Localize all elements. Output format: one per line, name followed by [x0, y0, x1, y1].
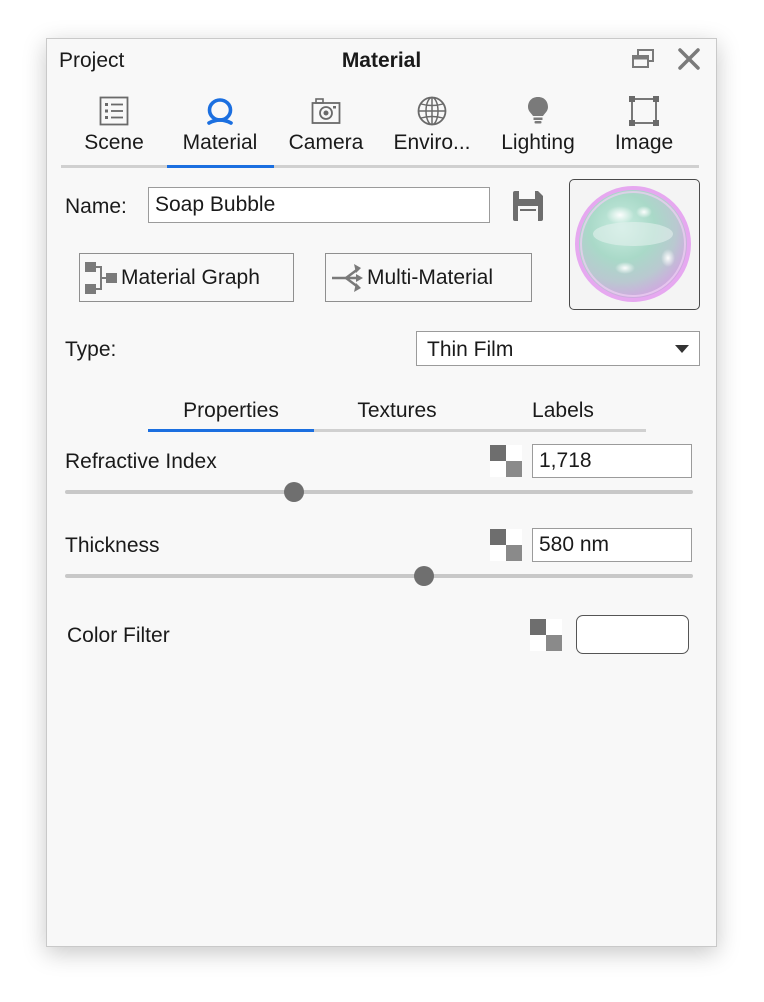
tab-label: Scene [84, 131, 144, 154]
name-label: Name: [65, 195, 127, 218]
image-frame-icon [628, 95, 660, 127]
refractive-index-input[interactable] [532, 444, 692, 478]
material-sphere-icon [204, 95, 236, 127]
refractive-index-slider-thumb[interactable] [284, 482, 305, 502]
title-bar: Project Material [47, 39, 716, 83]
thickness-input[interactable] [532, 528, 692, 562]
close-icon[interactable] [675, 47, 703, 73]
node-graph-icon [84, 261, 118, 295]
texture-map-icon[interactable] [490, 529, 522, 561]
tab-label: Camera [288, 131, 364, 154]
detach-window-icon[interactable] [629, 47, 657, 73]
tab-label: Lighting [501, 131, 575, 154]
type-selected-value: Thin Film [427, 338, 514, 361]
tab-environment[interactable]: Enviro... [379, 91, 485, 167]
multi-material-button[interactable]: Multi-Material [325, 253, 532, 302]
type-label: Type: [65, 338, 117, 361]
globe-icon [416, 95, 448, 127]
lightbulb-icon [522, 95, 554, 127]
soap-bubble-preview-image [575, 186, 691, 302]
thickness-slider-thumb[interactable] [414, 566, 435, 586]
tab-lighting[interactable]: Lighting [485, 91, 591, 167]
refractive-index-label: Refractive Index [65, 450, 217, 473]
tab-camera[interactable]: Camera [273, 91, 379, 167]
tab-label: Enviro... [393, 131, 471, 154]
thickness-slider-track[interactable] [65, 574, 693, 578]
tab-label: Material [182, 131, 258, 154]
tab-scene[interactable]: Scene [61, 91, 167, 167]
texture-map-icon[interactable] [530, 619, 562, 651]
split-arrows-icon [330, 261, 364, 295]
type-dropdown[interactable]: Thin Film [416, 331, 700, 366]
texture-map-icon[interactable] [490, 445, 522, 477]
active-tab-indicator [167, 165, 274, 168]
refractive-index-slider-track[interactable] [65, 490, 693, 494]
material-graph-label: Material Graph [121, 266, 260, 289]
active-subtab-indicator [148, 429, 314, 432]
material-name-input[interactable] [148, 187, 490, 223]
tab-material[interactable]: Material [167, 91, 273, 167]
panel-title: Material [341, 49, 422, 72]
project-tab-title[interactable]: Project [59, 49, 124, 73]
tab-label: Image [614, 131, 674, 154]
material-preview[interactable] [569, 179, 700, 310]
camera-icon [310, 95, 342, 127]
material-panel: Project Material Scene Material Camera E… [46, 38, 717, 947]
material-graph-button[interactable]: Material Graph [79, 253, 294, 302]
main-tabs: Scene Material Camera Enviro... Lighting… [61, 91, 699, 167]
multi-material-label: Multi-Material [367, 266, 494, 289]
tabs-divider [61, 165, 699, 168]
save-icon[interactable] [511, 189, 545, 223]
color-filter-swatch[interactable] [576, 615, 689, 654]
tab-image[interactable]: Image [591, 91, 697, 167]
color-filter-label: Color Filter [67, 624, 170, 647]
thickness-label: Thickness [65, 534, 160, 557]
chevron-down-icon [675, 345, 689, 353]
list-icon [98, 95, 130, 127]
